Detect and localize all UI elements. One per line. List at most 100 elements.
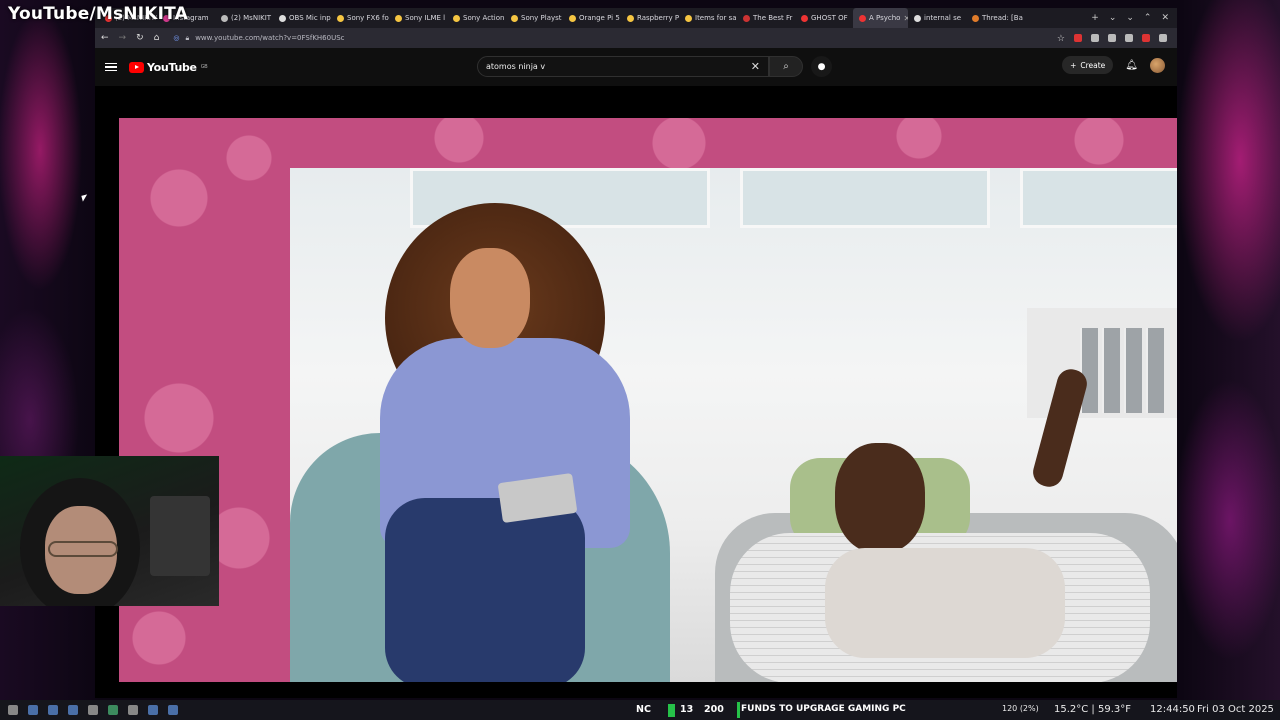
window-close-icon[interactable]: ✕ — [1161, 13, 1169, 23]
webcam-background-shelf — [150, 496, 210, 576]
list-tabs-icon[interactable]: ⌄ — [1109, 13, 1117, 23]
clock-time: 12:44:50 — [1150, 704, 1195, 715]
menu-icon[interactable] — [105, 62, 117, 72]
maximize-icon[interactable]: ⌃ — [1144, 13, 1152, 23]
webcam-streamer-glasses — [48, 541, 118, 557]
stream-overlay-title: YouTube/MsNIKITA — [8, 4, 188, 24]
avatar[interactable] — [1150, 57, 1165, 73]
browser-tab[interactable]: Sony Action — [447, 8, 505, 28]
count-a: 13 — [680, 704, 694, 715]
tab-favicon-icon — [221, 14, 228, 22]
clock-date: Fri 03 Oct 2025 — [1197, 704, 1274, 715]
shield-icon: ◎ — [173, 34, 180, 42]
photo-therapist-face — [450, 248, 530, 348]
back-icon[interactable]: ← — [101, 33, 109, 43]
tab-favicon-icon — [972, 14, 979, 22]
photo-window — [1020, 168, 1177, 228]
cpu-status: 120 (2%) — [1002, 704, 1039, 713]
browser-tab[interactable]: Sony ILME l — [389, 8, 447, 28]
photo-binder — [1102, 328, 1120, 413]
tab-label: Sony Action — [463, 14, 505, 22]
tab-label: Thread: [Ba — [982, 14, 1023, 22]
create-label: Create — [1080, 60, 1106, 70]
header-actions: + Create 🔔︎ — [1062, 56, 1165, 74]
extension-icon-3[interactable] — [1108, 34, 1116, 42]
browser-tab[interactable]: Thread: [Ba — [966, 8, 1024, 28]
reload-icon[interactable]: ↻ — [136, 33, 144, 43]
temperature-status: 15.2°C | 59.3°F — [1054, 704, 1131, 715]
extension-icon-1[interactable] — [1074, 34, 1082, 42]
mic-icon: ● — [817, 61, 826, 72]
app-icon-4[interactable] — [88, 705, 98, 715]
tab-label: Items for sa — [695, 14, 737, 22]
tab-bar: (2) MsNIKITA Instagram (2) MsNIKIT OBS Mic … — [95, 8, 1177, 28]
minimize-icon[interactable]: ⌄ — [1126, 13, 1134, 23]
app-icon-8[interactable] — [168, 705, 178, 715]
app-icon-1[interactable] — [28, 705, 38, 715]
browser-tab[interactable]: OBS Mic inp — [273, 8, 331, 28]
tab-favicon-icon — [914, 14, 921, 22]
star-icon[interactable]: ☆ — [1057, 34, 1065, 44]
tab-favicon-icon — [569, 14, 576, 22]
tab-label: Sony FX6 fo — [347, 14, 389, 22]
extension-icon-2[interactable] — [1091, 34, 1099, 42]
toolbar-icons: ☆ — [1057, 34, 1171, 44]
photo-window — [740, 168, 990, 228]
browser-tab[interactable]: Sony FX6 fo — [331, 8, 389, 28]
browser-tab[interactable]: The Best Fr — [737, 8, 795, 28]
firefox-icon[interactable] — [148, 705, 158, 715]
tab-label: A Psycho — [869, 14, 901, 22]
browser-tab[interactable]: A Psycho ✕ — [853, 8, 908, 28]
tab-label: Sony ILME l — [405, 14, 446, 22]
tab-favicon-icon — [395, 14, 402, 22]
tab-label: (2) MsNIKIT — [231, 14, 272, 22]
webcam-overlay — [0, 456, 219, 606]
country-code: GB — [200, 64, 208, 70]
tab-favicon-icon — [801, 14, 808, 22]
tab-label: internal se — [924, 14, 962, 22]
tab-favicon-icon — [453, 14, 460, 22]
tab-label: GHOST OF — [811, 14, 848, 22]
app-icon-5[interactable] — [108, 705, 118, 715]
voice-search-button[interactable]: ● — [811, 56, 832, 77]
video-player[interactable] — [119, 118, 1177, 682]
app-icon-3[interactable] — [68, 705, 78, 715]
tab-favicon-icon — [859, 14, 866, 22]
youtube-logo-text: YouTube — [147, 60, 197, 74]
clear-search-icon[interactable]: ✕ — [751, 60, 760, 73]
browser-tab[interactable]: internal se — [908, 8, 966, 28]
start-menu-icon[interactable] — [8, 705, 18, 715]
browser-tab[interactable]: Sony Playst — [505, 8, 563, 28]
taskbar-icons — [0, 705, 178, 715]
nc-label: NC — [636, 704, 651, 715]
create-button[interactable]: + Create — [1062, 56, 1114, 74]
search-input[interactable]: atomos ninja v ✕ — [477, 56, 769, 77]
extension-icon-4[interactable] — [1125, 34, 1133, 42]
video-frame-photo — [290, 168, 1177, 682]
browser-tab[interactable]: Items for sa — [679, 8, 737, 28]
photo-patient-head — [835, 443, 925, 553]
app-menu-icon[interactable] — [1159, 34, 1167, 42]
tab-favicon-icon — [627, 14, 634, 22]
youtube-logo[interactable]: YouTube GB — [129, 60, 208, 74]
goal-progress-bar — [737, 702, 740, 718]
browser-tab[interactable]: Orange Pi 5 — [563, 8, 621, 28]
home-icon[interactable]: ⌂ — [154, 33, 160, 43]
browser-tab[interactable]: (2) MsNIKIT — [215, 8, 273, 28]
tab-label: Orange Pi 5 — [579, 14, 620, 22]
tab-favicon-icon — [337, 14, 344, 22]
url-bar[interactable]: ◎ 🔒︎ www.youtube.com/watch?v=0FSfKH60USc — [169, 31, 1047, 45]
browser-tab[interactable]: Raspberry P — [621, 8, 679, 28]
plus-icon: + — [1070, 60, 1077, 70]
photo-cushion — [825, 548, 1065, 658]
forward-icon[interactable]: → — [119, 33, 127, 43]
search-button[interactable]: ⌕ — [769, 56, 803, 77]
search-icon: ⌕ — [783, 61, 789, 72]
app-icon-2[interactable] — [48, 705, 58, 715]
extension-icon-5[interactable] — [1142, 34, 1150, 42]
bell-icon[interactable]: 🔔︎ — [1125, 60, 1138, 71]
app-icon-6[interactable] — [128, 705, 138, 715]
tab-favicon-icon — [743, 14, 750, 22]
new-tab-button[interactable]: + — [1091, 13, 1099, 23]
browser-tab[interactable]: GHOST OF — [795, 8, 853, 28]
